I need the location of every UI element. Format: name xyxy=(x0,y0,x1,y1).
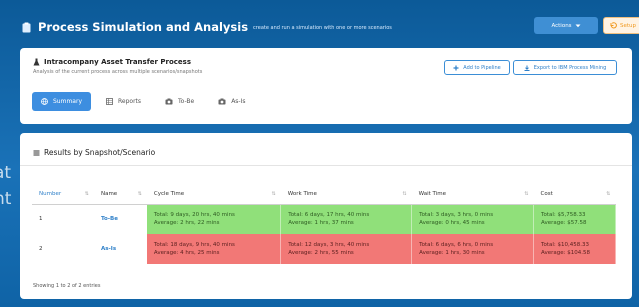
table-row: 1 To-Be Total: 9 days, 20 hrs, 40 mins Av… xyxy=(32,204,616,234)
scenario-link[interactable]: As-Is xyxy=(93,234,147,264)
column-header-work-time[interactable]: Work Time ⇅ xyxy=(280,184,412,205)
cell-wait-time: Total: 6 days, 6 hrs, 0 mins Average: 1 h… xyxy=(411,234,535,264)
undo-icon xyxy=(610,22,617,29)
table-footer: Showing 1 to 2 of 2 entries xyxy=(33,283,101,289)
divider xyxy=(20,165,632,166)
download-icon xyxy=(524,65,530,71)
tab-reports-label: Reports xyxy=(118,98,142,105)
cell-number: 2 xyxy=(32,234,94,264)
sort-icon[interactable]: ⇅ xyxy=(606,191,610,197)
process-title: Intracompany Asset Transfer Process xyxy=(33,58,191,66)
cell-cycle-time: Total: 18 days, 9 hrs, 40 mins Average: 4… xyxy=(146,234,282,264)
tab-summary-label: Summary xyxy=(53,98,82,105)
column-header-cycle-time[interactable]: Cycle Time ⇅ xyxy=(146,184,281,205)
sort-icon[interactable]: ⇅ xyxy=(524,191,528,197)
tab-reports[interactable]: Reports xyxy=(97,92,150,111)
camera-icon xyxy=(218,98,226,105)
cell-work-time: Total: 6 days, 17 hrs, 40 mins Average: 1… xyxy=(280,204,413,234)
results-title: Results by Snapshot/Scenario xyxy=(33,148,155,157)
scenario-link[interactable]: To-Be xyxy=(93,204,147,234)
cell-work-time: Total: 12 days, 3 hrs, 40 mins Average: 2… xyxy=(280,234,413,264)
table-icon xyxy=(106,98,113,105)
plus-icon xyxy=(453,65,459,71)
export-label: Export to IBM Process Mining xyxy=(533,64,607,71)
cell-cycle-time: Total: 9 days, 20 hrs, 40 mins Average: 2… xyxy=(146,204,282,234)
camera-icon xyxy=(165,98,173,105)
background-text: at nt xyxy=(0,163,12,209)
add-to-pipeline-label: Add to Pipeline xyxy=(463,64,501,71)
page-title: Process Simulation and Analysis xyxy=(38,20,249,34)
results-title-text: Results by Snapshot/Scenario xyxy=(44,148,156,157)
column-header-number[interactable]: Number ⇅ xyxy=(32,184,94,205)
flask-icon xyxy=(33,58,40,66)
tab-to-be[interactable]: To-Be xyxy=(156,92,203,111)
tab-as-is-label: As-Is xyxy=(231,98,246,105)
results-card: Results by Snapshot/Scenario Number ⇅ Nam… xyxy=(20,133,632,299)
cell-cost: Total: $10,458.33 Average: $104.58 xyxy=(533,234,616,264)
add-to-pipeline-button[interactable]: Add to Pipeline xyxy=(444,60,510,75)
sort-icon[interactable]: ⇅ xyxy=(138,191,142,197)
tab-bar: Summary Reports To-Be As-Is xyxy=(32,92,255,111)
actions-button[interactable]: Actions xyxy=(534,17,598,34)
chevron-down-icon xyxy=(575,24,581,28)
tab-as-is[interactable]: As-Is xyxy=(209,92,254,111)
actions-label: Actions xyxy=(551,22,572,29)
process-title-text: Intracompany Asset Transfer Process xyxy=(44,58,191,66)
sort-icon[interactable]: ⇅ xyxy=(402,191,406,197)
clipboard-icon xyxy=(22,22,31,33)
page-header: Process Simulation and Analysis create a… xyxy=(14,14,639,40)
cell-number: 1 xyxy=(32,204,94,234)
column-header-cost[interactable]: Cost ⇅ xyxy=(533,184,616,205)
process-card: Intracompany Asset Transfer Process Anal… xyxy=(20,48,632,124)
sort-icon[interactable]: ⇅ xyxy=(85,191,89,197)
setup-label: Setup xyxy=(619,22,636,29)
table-header-row: Number ⇅ Name ⇅ Cycle Time ⇅ Work Time ⇅ Wai… xyxy=(32,184,616,205)
globe-icon xyxy=(41,98,48,105)
column-header-name[interactable]: Name ⇅ xyxy=(93,184,147,205)
sort-icon[interactable]: ⇅ xyxy=(272,191,276,197)
results-table: Number ⇅ Name ⇅ Cycle Time ⇅ Work Time ⇅ Wai… xyxy=(32,184,616,264)
cell-wait-time: Total: 3 days, 3 hrs, 0 mins Average: 0 h… xyxy=(411,204,535,234)
cell-cost: Total: $5,758.33 Average: $57.58 xyxy=(533,204,616,234)
process-subtitle: Analysis of the current process across m… xyxy=(33,69,203,75)
tab-summary[interactable]: Summary xyxy=(32,92,91,111)
tab-to-be-label: To-Be xyxy=(178,98,195,105)
page-subtitle: create and run a simulation with one or … xyxy=(253,25,392,31)
export-button[interactable]: Export to IBM Process Mining xyxy=(513,60,617,75)
column-header-wait-time[interactable]: Wait Time ⇅ xyxy=(411,184,534,205)
list-icon xyxy=(33,150,40,156)
setup-button[interactable]: Setup xyxy=(603,17,639,34)
table-row: 2 As-Is Total: 18 days, 9 hrs, 40 mins Av… xyxy=(32,234,616,264)
